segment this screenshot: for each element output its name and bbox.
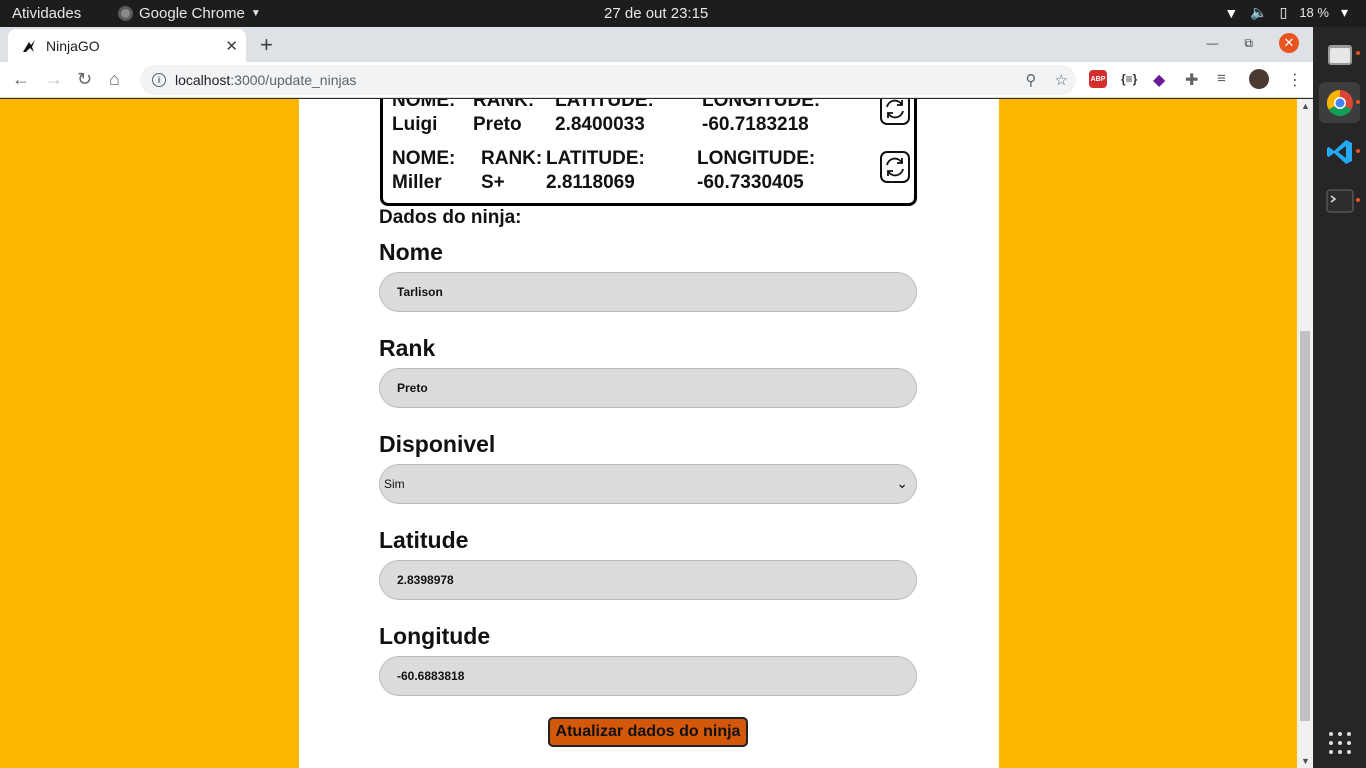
system-top-bar: Atividades Google Chrome ▼ 27 de out 23:…: [0, 0, 1366, 27]
ninja-latitude: 2.8400033: [555, 114, 645, 135]
terminal-icon: [1326, 189, 1353, 212]
latitude-label: Latitude: [379, 527, 469, 553]
extensions-puzzle-icon[interactable]: ✚: [1185, 70, 1198, 90]
running-indicator: [1356, 100, 1360, 104]
ninja-list: NOME: Luigi RANK: Preto LATITUDE: 2.8400033…: [380, 99, 917, 206]
window-controls: — ⧉ ✕: [1206, 33, 1299, 53]
disponivel-value: Sim: [384, 477, 405, 491]
disponivel-select[interactable]: Sim ⌄: [379, 464, 917, 504]
media-control-icon[interactable]: ≡: [1217, 70, 1226, 87]
site-info-icon[interactable]: i: [152, 73, 166, 87]
ninja-rank: S+: [481, 172, 505, 193]
address-bar[interactable]: i localhost:3000/update_ninjas ⚲ ☆: [140, 65, 1076, 95]
chevron-down-icon: ⌄: [896, 475, 908, 491]
bookmark-star-icon[interactable]: ☆: [1055, 71, 1068, 89]
chrome-app-icon: [118, 6, 133, 21]
vscode-icon: [1326, 139, 1352, 164]
adblock-plus-icon[interactable]: ABP: [1089, 70, 1107, 88]
maximize-icon[interactable]: ⧉: [1244, 36, 1253, 51]
ninja-longitude: -60.7330405: [697, 172, 804, 193]
dock-chrome[interactable]: [1319, 82, 1360, 123]
update-ninja-button[interactable]: Atualizar dados do ninja: [548, 717, 748, 747]
name-header: NOME:: [392, 148, 456, 169]
scroll-down-icon[interactable]: ▼: [1301, 756, 1310, 766]
refresh-button[interactable]: [880, 151, 910, 183]
clock[interactable]: 27 de out 23:15: [604, 5, 708, 22]
running-indicator: [1356, 51, 1360, 55]
running-indicator: [1356, 149, 1360, 153]
name-header: NOME:: [392, 99, 456, 111]
location-pin-icon[interactable]: ⚲: [1026, 71, 1037, 89]
tab-close-icon[interactable]: ✕: [225, 37, 238, 55]
battery-level: 18 %: [1299, 5, 1329, 20]
chrome-icon: [1326, 89, 1353, 116]
refresh-button[interactable]: [880, 99, 910, 125]
refresh-icon: [886, 99, 904, 119]
app-name: Google Chrome: [139, 5, 245, 22]
system-tray[interactable]: ▼ 🔈 ▯ 18 % ▾: [1224, 4, 1348, 21]
ninja-name: Miller: [392, 172, 442, 193]
app-menu[interactable]: Google Chrome ▼: [118, 5, 261, 22]
volume-icon: 🔈: [1250, 4, 1268, 20]
ninja-form: Dados do ninja: Nome Tarlison Rank Preto…: [379, 207, 919, 747]
window-close-icon[interactable]: ✕: [1279, 33, 1299, 53]
dock-vscode[interactable]: [1319, 131, 1360, 172]
page-viewport: NOME: Luigi RANK: Preto LATITUDE: 2.8400033…: [0, 99, 1297, 768]
minimize-icon[interactable]: —: [1206, 36, 1218, 50]
disponivel-label: Disponivel: [379, 431, 496, 457]
page-scrollbar[interactable]: ▲ ▼: [1297, 99, 1313, 768]
new-tab-plus-icon[interactable]: +: [260, 32, 273, 58]
rank-label: Rank: [379, 335, 436, 361]
battery-icon: ▯: [1279, 4, 1288, 20]
reload-icon[interactable]: ↻: [77, 69, 92, 90]
ubuntu-dock: [1313, 27, 1366, 768]
forward-arrow-icon[interactable]: →: [45, 69, 63, 90]
url-host: localhost: [175, 72, 231, 88]
menu-kebab-icon[interactable]: ⋮: [1287, 70, 1303, 90]
ninja-longitude: -60.7183218: [702, 114, 809, 135]
profile-avatar[interactable]: [1249, 69, 1269, 89]
scroll-up-icon[interactable]: ▲: [1301, 101, 1310, 111]
purple-extension-icon[interactable]: ◆: [1153, 70, 1165, 90]
refresh-icon: [886, 157, 904, 177]
dock-terminal[interactable]: [1319, 180, 1360, 221]
rank-input[interactable]: Preto: [379, 368, 917, 408]
longitude-label: Longitude: [379, 623, 491, 649]
home-icon[interactable]: ⌂: [109, 69, 120, 90]
wifi-icon: ▼: [1224, 4, 1239, 21]
activities-button[interactable]: Atividades: [12, 5, 81, 22]
rank-header: RANK:: [473, 99, 535, 111]
ninja-name: Luigi: [392, 114, 438, 135]
nome-input[interactable]: Tarlison: [379, 272, 917, 312]
longitude-header: LONGITUDE:: [702, 99, 821, 111]
latitude-input[interactable]: 2.8398978: [379, 560, 917, 600]
ninja-rank: Preto: [473, 114, 522, 135]
tab-title: NinjaGO: [46, 37, 100, 54]
dock-files[interactable]: [1319, 33, 1360, 74]
list-item: NOME: Miller RANK: S+ LATITUDE: 2.8118069 L…: [383, 147, 920, 199]
json-viewer-extension-icon[interactable]: {≡}: [1121, 72, 1137, 86]
show-applications-grid-icon[interactable]: [1329, 732, 1351, 754]
nome-label: Nome: [379, 239, 443, 265]
power-caret-icon: ▾: [1340, 4, 1348, 20]
caret-down-icon: ▼: [250, 8, 261, 19]
scrollbar-thumb[interactable]: [1300, 331, 1310, 721]
ninja-favicon-icon: [20, 37, 38, 55]
browser-toolbar: ← → ↻ ⌂ i localhost:3000/update_ninjas ⚲…: [0, 62, 1313, 98]
tab-ninjago[interactable]: NinjaGO ✕: [8, 29, 246, 62]
ninja-latitude: 2.8118069: [546, 172, 635, 193]
latitude-header: LATITUDE:: [555, 99, 654, 111]
running-indicator: [1356, 198, 1360, 202]
files-icon: [1327, 44, 1352, 65]
content-container: NOME: Luigi RANK: Preto LATITUDE: 2.8400033…: [299, 99, 999, 768]
list-item: NOME: Luigi RANK: Preto LATITUDE: 2.8400033…: [383, 99, 920, 141]
url-path: :3000/update_ninjas: [230, 72, 357, 88]
longitude-header: LONGITUDE:: [697, 148, 816, 169]
tab-strip: NinjaGO ✕ + — ⧉ ✕: [0, 27, 1313, 62]
rank-header: RANK:: [481, 148, 543, 169]
back-arrow-icon[interactable]: ←: [12, 69, 30, 90]
section-title: Dados do ninja:: [379, 207, 522, 228]
latitude-header: LATITUDE:: [546, 148, 645, 169]
longitude-input[interactable]: -60.6883818: [379, 656, 917, 696]
